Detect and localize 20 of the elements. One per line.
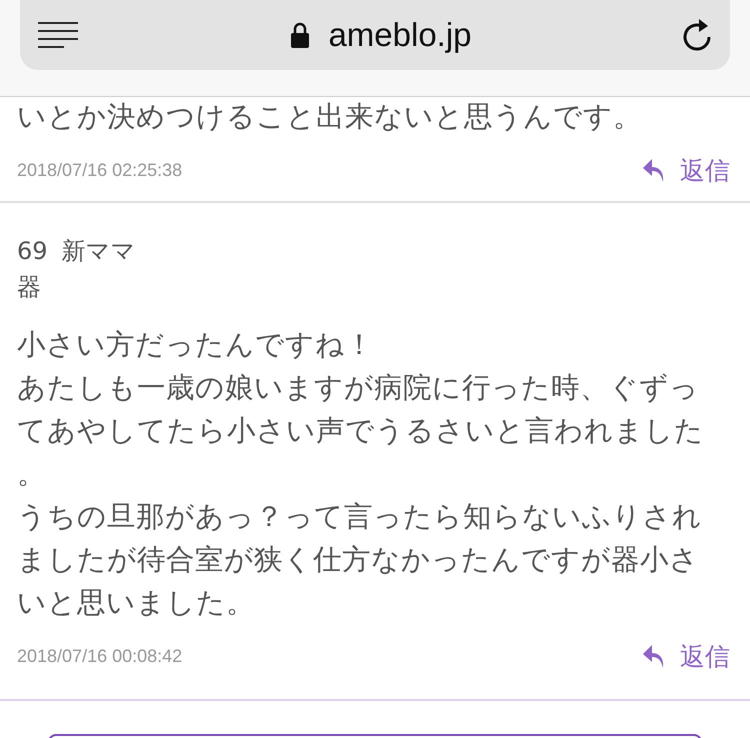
commenter-name: 器 (17, 272, 42, 303)
comment-text: ましたが待合室が狭く仕方なかったんですが器小さ (17, 542, 700, 578)
comment-date: 2018/07/16 00:08:42 (17, 646, 182, 667)
comment-text: いと思いました。 (17, 585, 256, 621)
comment-date: 2018/07/16 02:25:38 (17, 160, 182, 181)
reply-link[interactable]: 返信 (642, 154, 730, 187)
menu-icon[interactable] (38, 21, 80, 49)
comment-text: あたしも一歳の娘いますが病院に行った時、ぐずっ (17, 370, 700, 406)
comment-text: 。 (17, 456, 47, 492)
url-text[interactable]: ameblo.jp (328, 16, 472, 54)
lock-icon (290, 21, 310, 49)
comment-text: てあやしてたら小さい声でうるさいと言われました (17, 413, 705, 449)
commenter-name: 新ママ (62, 236, 136, 267)
comment-text: いとか決めつけること出来ないと思うんです。 (17, 99, 643, 135)
reply-link[interactable]: 返信 (642, 640, 730, 673)
comment-text: 小さい方だったんですね！ (17, 327, 375, 363)
reply-icon (642, 644, 666, 670)
comment-text: うちの旦那があっ？って言ったら知らないふりされ (17, 499, 703, 535)
reply-icon (642, 158, 666, 184)
comment-number: 69 (17, 236, 48, 267)
